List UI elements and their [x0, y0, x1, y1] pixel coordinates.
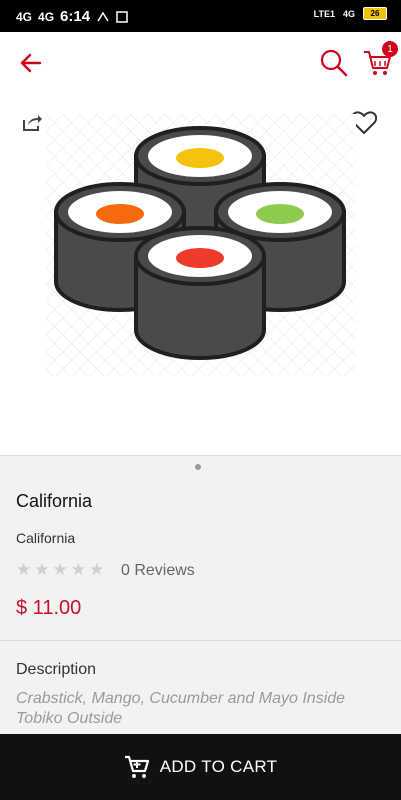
wifi-icon [97, 11, 109, 21]
battery-indicator: 26 [363, 7, 387, 20]
lte-label: LTE1 [313, 8, 335, 19]
share-icon [23, 115, 42, 131]
product-title: California [16, 491, 93, 511]
rating-stars: ★ ★ ★ ★ ★ [16, 560, 105, 579]
back-button[interactable] [18, 51, 44, 75]
share-button[interactable] [20, 112, 44, 134]
network-4g-label: 4G [342, 8, 355, 19]
product-price: $ 11.00 [16, 597, 82, 619]
star-icon: ★ [52, 560, 68, 579]
product-image-area [0, 94, 401, 456]
product-details: California California ★ ★ ★ ★ ★ 0 Review… [0, 456, 401, 640]
reviews-count[interactable]: 0 Reviews [121, 562, 195, 580]
sim-icon [116, 10, 128, 23]
back-arrow-icon [20, 53, 42, 73]
star-icon: ★ [34, 560, 50, 579]
status-right: LTE1 4G 26 [314, 7, 387, 20]
add-to-cart-button[interactable]: ADD TO CART [0, 734, 401, 800]
description-heading: Description [16, 661, 97, 678]
search-button[interactable] [318, 47, 350, 79]
star-icon: ★ [89, 560, 105, 579]
star-icon: ★ [70, 560, 86, 579]
product-subtitle: California [16, 530, 76, 546]
page-indicator-dot [195, 464, 201, 470]
network-label-2: 4G [38, 9, 55, 24]
status-time: 6:14 [60, 8, 91, 25]
sushi-rolls-image [46, 114, 356, 376]
cart-button[interactable]: 1 [362, 41, 398, 77]
search-icon [320, 49, 348, 77]
status-bar: 4G 4G 6:14 LTE1 4G 26 [0, 0, 401, 32]
network-label-1: 4G [16, 9, 33, 24]
app-bar: 1 [0, 32, 401, 94]
sushi-roll-front [134, 226, 266, 360]
battery-level: 26 [370, 9, 380, 18]
status-left: 4G 4G 6:14 [16, 8, 128, 25]
description-text: Crabstick, Mango, Cucumber and Mayo Insi… [16, 690, 346, 727]
star-icon: ★ [16, 560, 32, 579]
add-to-cart-label: ADD TO CART [159, 757, 278, 776]
add-cart-icon [124, 755, 149, 778]
cart-count-badge: 1 [382, 41, 398, 57]
description-section: Description Crabstick, Mango, Cucumber a… [0, 641, 401, 734]
